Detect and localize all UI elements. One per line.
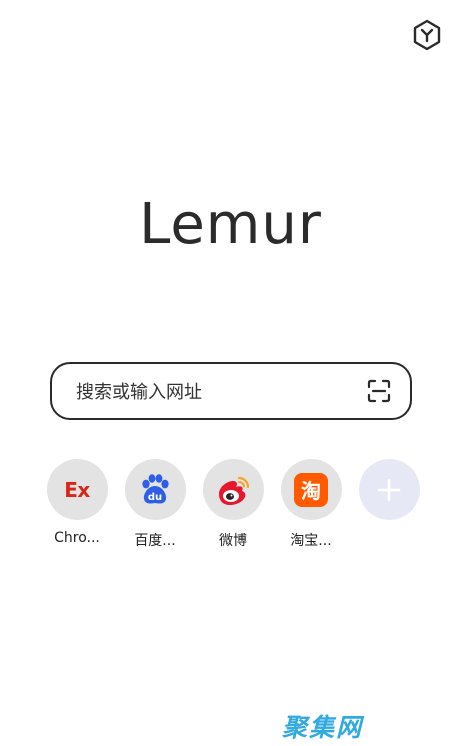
ex-extension-icon: Ex (64, 477, 90, 502)
app-logo: Lemur (139, 192, 322, 257)
search-input[interactable]: 搜索或输入网址 (50, 362, 412, 420)
shortcut-weibo[interactable]: 微博 (202, 459, 264, 550)
shortcut-taobao[interactable]: 淘 淘宝... (280, 459, 342, 550)
search-placeholder: 搜索或输入网址 (76, 382, 202, 403)
shortcut-icon-circle (202, 459, 264, 520)
shortcut-icon-circle: Ex (46, 459, 108, 520)
shortcut-label: Chro... (54, 530, 100, 546)
add-icon (377, 478, 401, 501)
shortcut-label: 百度... (134, 533, 176, 549)
add-shortcut-button[interactable] (358, 459, 420, 520)
svg-text:du: du (148, 492, 162, 503)
shortcut-icon-circle (358, 459, 420, 520)
shortcut-icon-circle: 淘 (280, 459, 342, 520)
cube-y-icon[interactable] (408, 16, 446, 54)
taobao-icon: 淘 (294, 472, 328, 507)
scan-icon[interactable] (362, 374, 396, 408)
watermark-logo: 聚集网 (282, 713, 364, 742)
shortcut-icon-circle: du (124, 459, 186, 520)
shortcut-grid: Ex Chro... du 百度... 微博 淘 淘宝... (46, 459, 426, 559)
browser-home-page: Lemur 搜索或输入网址 Ex Chro... du 百度... 微博 淘 淘… (0, 0, 461, 746)
shortcut-baidu[interactable]: du 百度... (124, 459, 186, 550)
shortcut-label: 淘宝... (290, 533, 332, 549)
weibo-icon (219, 476, 250, 505)
shortcut-chrome[interactable]: Ex Chro... (46, 459, 108, 546)
shortcut-label: 微博 (219, 533, 247, 549)
baidu-paw-icon: du (142, 473, 169, 504)
